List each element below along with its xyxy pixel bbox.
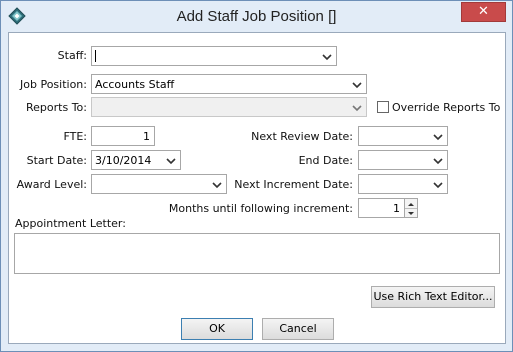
dialog-title: Add Staff Job Position [] [176, 8, 337, 25]
job-position-combobox[interactable]: Accounts Staff [91, 74, 367, 94]
dialog-window: Add Staff Job Position [] ✕ Staff: Job P… [0, 0, 513, 352]
award-level-label: Award Level: [16, 178, 87, 191]
chevron-down-icon[interactable] [351, 103, 363, 112]
start-date-label: Start Date: [26, 154, 87, 167]
title-bar: Add Staff Job Position [] ✕ [1, 1, 512, 32]
fte-value: 1 [143, 130, 150, 143]
appointment-letter-label: Appointment Letter: [15, 217, 126, 230]
chevron-down-icon[interactable] [432, 132, 444, 141]
months-spinner[interactable] [404, 198, 418, 218]
reports-to-combobox[interactable] [91, 97, 367, 117]
text-cursor [95, 50, 96, 62]
chevron-down-icon[interactable] [211, 180, 223, 189]
spin-down-icon[interactable] [405, 208, 417, 217]
close-icon: ✕ [478, 4, 489, 19]
fte-input[interactable]: 1 [91, 126, 155, 146]
next-review-date-picker[interactable] [358, 126, 448, 146]
end-date-label: End Date: [298, 154, 353, 167]
job-position-label: Job Position: [20, 78, 87, 91]
use-rich-text-editor-button[interactable]: Use Rich Text Editor... [371, 286, 495, 308]
cancel-button[interactable]: Cancel [262, 318, 334, 340]
months-until-increment-input[interactable]: 1 [358, 198, 405, 218]
start-date-picker[interactable]: 3/10/2014 [91, 150, 181, 170]
start-date-value: 3/10/2014 [95, 154, 152, 167]
reports-to-label: Reports To: [26, 101, 87, 114]
chevron-down-icon[interactable] [351, 80, 363, 89]
chevron-down-icon[interactable] [165, 156, 177, 165]
appointment-letter-textarea[interactable] [14, 233, 500, 274]
chevron-down-icon[interactable] [432, 180, 444, 189]
fte-label: FTE: [63, 130, 87, 143]
next-increment-date-picker[interactable] [358, 174, 448, 194]
close-button[interactable]: ✕ [461, 2, 506, 22]
staff-combobox[interactable] [91, 46, 337, 66]
dialog-content: Staff: Job Position: Accounts Staff Repo… [8, 32, 506, 344]
override-reports-to-label[interactable]: Override Reports To [392, 101, 500, 114]
months-until-increment-value: 1 [393, 202, 400, 215]
next-increment-date-label: Next Increment Date: [234, 178, 353, 191]
award-level-combobox[interactable] [91, 174, 227, 194]
job-position-value: Accounts Staff [95, 78, 175, 91]
chevron-down-icon[interactable] [321, 52, 333, 61]
months-until-increment-label: Months until following increment: [168, 202, 353, 215]
staff-label: Staff: [57, 49, 87, 62]
chevron-down-icon[interactable] [432, 156, 444, 165]
ok-button[interactable]: OK [181, 318, 253, 340]
next-review-date-label: Next Review Date: [251, 130, 353, 143]
override-reports-to-checkbox[interactable] [377, 101, 389, 113]
end-date-picker[interactable] [358, 150, 448, 170]
